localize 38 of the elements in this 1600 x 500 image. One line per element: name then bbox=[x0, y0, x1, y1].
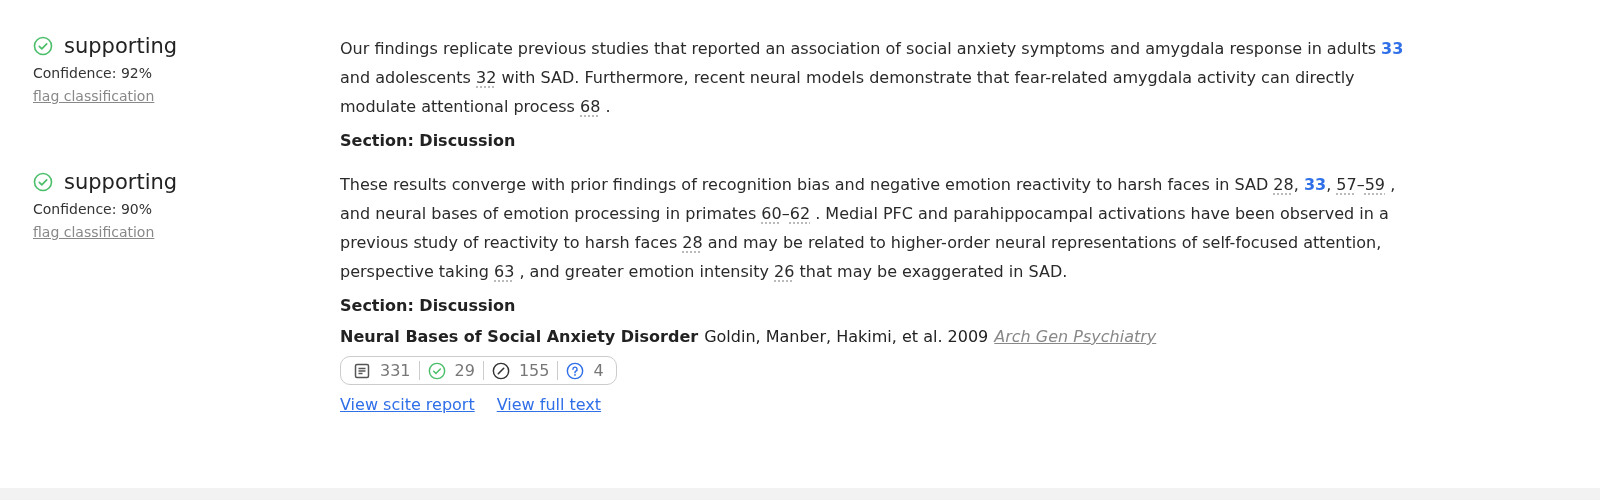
reference-link[interactable]: 26 bbox=[774, 262, 795, 281]
reference-link[interactable]: 59 bbox=[1364, 175, 1386, 194]
journal-link[interactable]: Arch Gen Psychiatry bbox=[994, 327, 1157, 346]
reference-link[interactable]: 33 bbox=[1303, 175, 1327, 194]
check-circle-icon bbox=[427, 361, 446, 380]
tally-count: 155 bbox=[518, 361, 550, 380]
citation-tally-bar[interactable]: 331 29 155 4 bbox=[340, 356, 617, 385]
report-link[interactable]: View scite report bbox=[340, 395, 475, 414]
reference-link[interactable]: 33 bbox=[1381, 39, 1404, 58]
reference-link[interactable]: 68 bbox=[580, 97, 601, 116]
reference-link[interactable]: 63 bbox=[494, 262, 515, 281]
reference-link[interactable]: 57 bbox=[1336, 175, 1357, 194]
confidence-text: Confidence: 90% bbox=[33, 201, 153, 217]
document-icon bbox=[353, 361, 371, 380]
classification-label: supporting bbox=[64, 34, 178, 58]
paper-authors: Goldin, Manber, Hakimi, et al. 2009 bbox=[704, 327, 989, 346]
reference-link[interactable]: 28 bbox=[682, 233, 703, 252]
flag-classification-link[interactable]: flag classification bbox=[33, 88, 155, 104]
reference-link[interactable]: 32 bbox=[476, 68, 497, 87]
slash-circle-icon bbox=[491, 361, 510, 380]
tally-count: 4 bbox=[593, 361, 604, 380]
reference-link[interactable]: 62 bbox=[789, 204, 811, 223]
reference-link[interactable]: 60 bbox=[761, 204, 782, 223]
question-circle-icon bbox=[566, 361, 585, 380]
citation-snippet: These results converge with prior findings of recognition bias and negative emotion reactivity to harsh faces in SAD 28, 33, 57–59 , and neural bases of emotion processing in primates 60–62 . Medial PFC and parahippocampal activations have been observed in a previous study of reactivity to harsh faces 28 and may be related to higher-order neural representations of self-focused attention, perspective taking 63 , and greater emotion intensity 26 that may be exaggerated in SAD. bbox=[340, 174, 1397, 283]
section-label: Section: Discussion bbox=[340, 296, 517, 315]
report-link[interactable]: View full text bbox=[496, 395, 602, 414]
check-circle-icon bbox=[33, 36, 53, 56]
reference-link[interactable]: 28 bbox=[1273, 175, 1294, 194]
tally-count: 331 bbox=[380, 361, 411, 380]
check-circle-icon bbox=[33, 172, 53, 192]
confidence-text: Confidence: 92% bbox=[33, 65, 153, 81]
flag-classification-link[interactable]: flag classification bbox=[33, 224, 155, 240]
section-label: Section: Discussion bbox=[340, 131, 517, 150]
classification-label: supporting bbox=[64, 170, 178, 194]
paper-title: Neural Bases of Social Anxiety Disorder bbox=[340, 327, 699, 346]
tally-count: 29 bbox=[454, 361, 475, 380]
citation-snippet: Our findings replicate previous studies that reported an association of social anxiety symptoms and amygdala response in adults 33 and adolescents 32 with SAD. Furthermore, recent neural models demonstrate that fear-related amygdala activity can directly modulate attentional process 68 . bbox=[340, 38, 1405, 118]
